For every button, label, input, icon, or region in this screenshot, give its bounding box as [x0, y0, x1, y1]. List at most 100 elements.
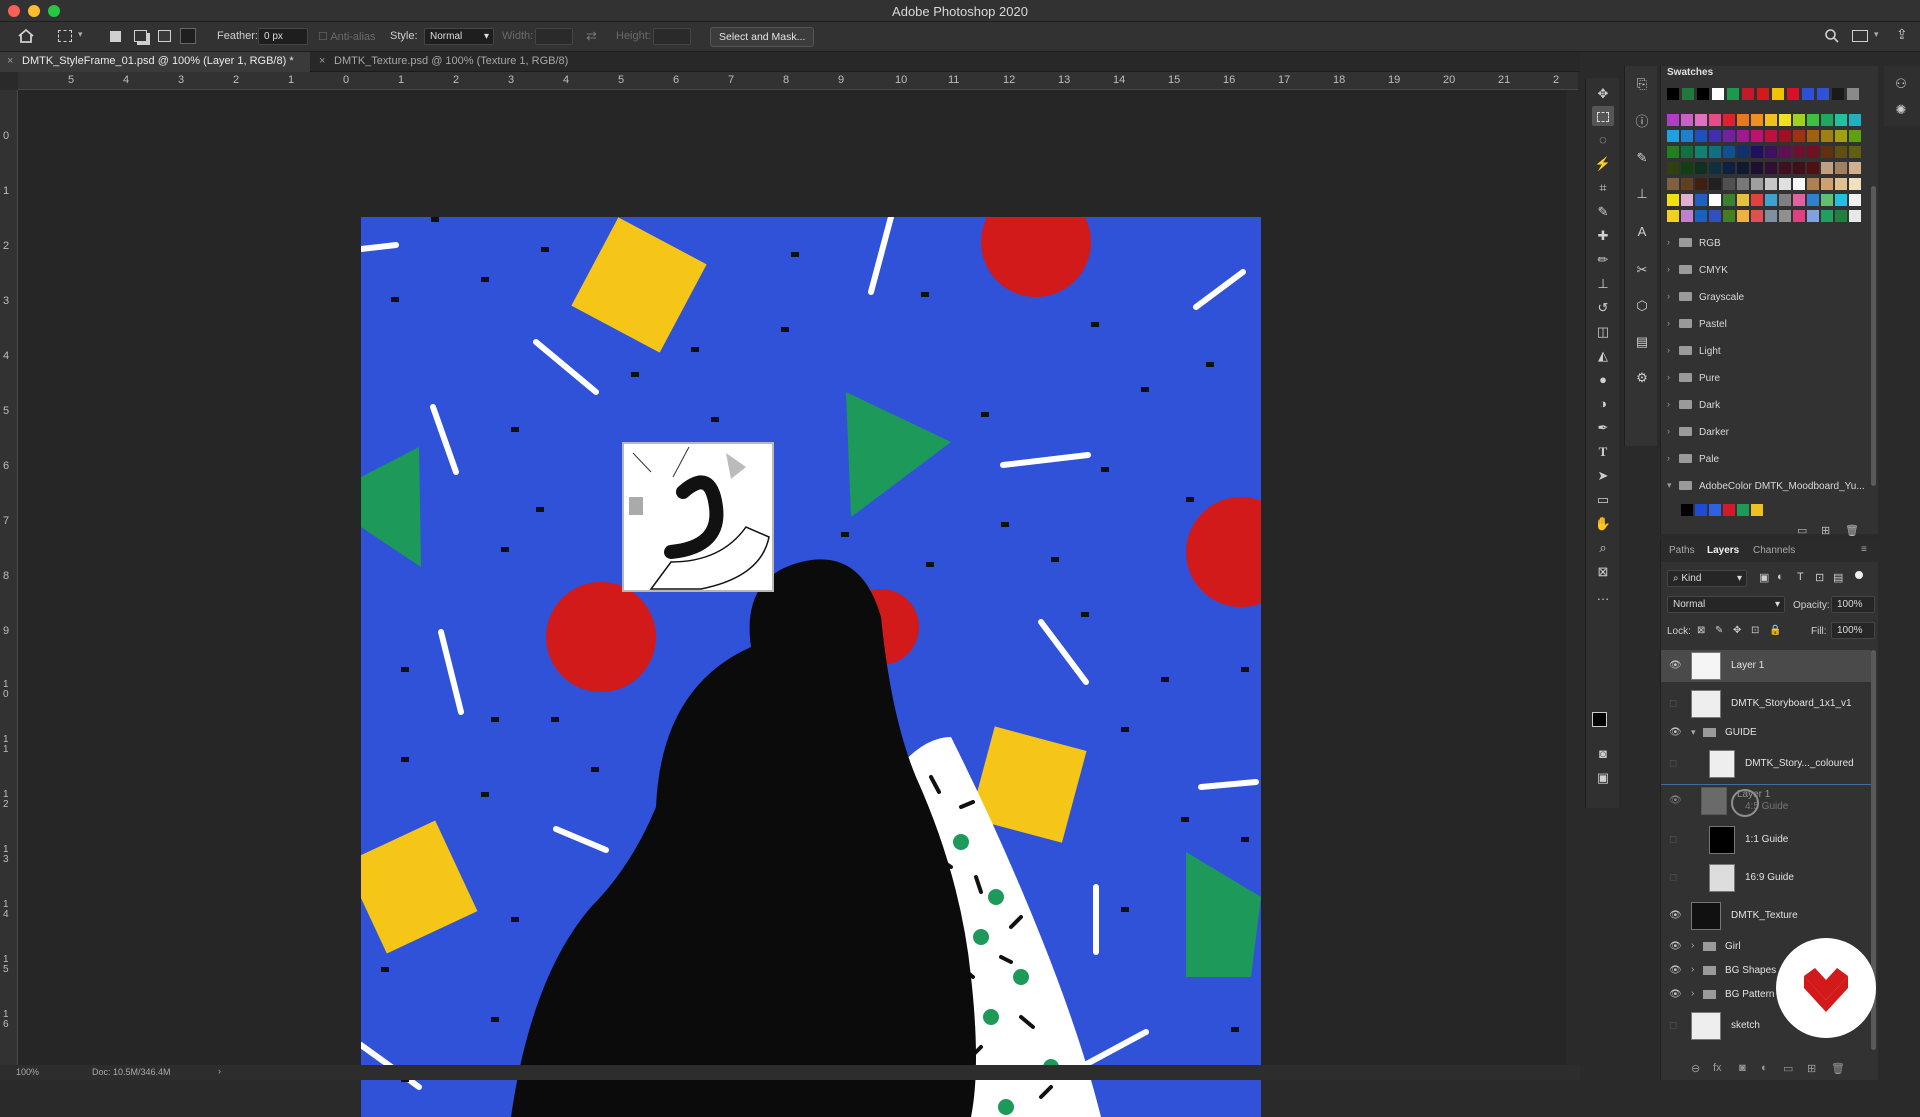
eye-hidden-icon[interactable]: ◻	[1669, 834, 1681, 845]
swatch-folder[interactable]: › Pure	[1665, 369, 1865, 389]
doc-size[interactable]: Doc: 10.5M/346.4M	[92, 1067, 171, 1077]
more-tools-icon[interactable]: …	[1592, 586, 1614, 606]
swatch[interactable]	[1793, 178, 1805, 190]
filter-toggle-icon[interactable]	[1855, 571, 1863, 579]
layer-row-layer-1[interactable]: 👁 Layer 1	[1661, 650, 1871, 682]
swatch[interactable]	[1709, 194, 1721, 206]
eyedropper-icon[interactable]: ✎	[1592, 202, 1614, 222]
swatch[interactable]	[1793, 130, 1805, 142]
eye-icon[interactable]: 👁	[1669, 795, 1682, 806]
anti-alias-checkbox[interactable]: ☐ Anti-alias	[318, 30, 376, 43]
chevron-icon[interactable]: ›	[1667, 345, 1670, 355]
layer-filter-kind[interactable]: ⌕ Kind ▾	[1667, 570, 1747, 587]
swatch[interactable]	[1682, 88, 1694, 100]
filter-shape-icon[interactable]: ⊡	[1815, 571, 1824, 584]
swatch[interactable]	[1723, 162, 1735, 174]
trash-icon[interactable]: 🗑	[1845, 524, 1859, 537]
swatch[interactable]	[1667, 146, 1679, 158]
swatch[interactable]	[1821, 194, 1833, 206]
swatch-folder[interactable]: › Pastel	[1665, 315, 1865, 335]
opacity-input[interactable]: 100%	[1831, 596, 1875, 613]
chevron-down-icon[interactable]: ▾	[1874, 29, 1879, 40]
swatch[interactable]	[1737, 162, 1749, 174]
swap-dimensions-icon[interactable]: ⇄	[586, 28, 597, 44]
add-selection-icon[interactable]	[134, 30, 147, 42]
subtract-selection-icon[interactable]	[158, 30, 171, 42]
swatch[interactable]	[1723, 130, 1735, 142]
swatch[interactable]	[1802, 88, 1814, 100]
layer-row-coloured[interactable]: ◻ DMTK_Story..._coloured	[1661, 748, 1871, 780]
swatch[interactable]	[1667, 194, 1679, 206]
swatch[interactable]	[1723, 114, 1735, 126]
swatch[interactable]	[1709, 162, 1721, 174]
lasso-tool-icon[interactable]: ◌	[1592, 130, 1614, 150]
workspace-icon[interactable]	[1852, 30, 1868, 42]
pen-tool-icon[interactable]: ✒	[1592, 418, 1614, 438]
new-selection-icon[interactable]	[110, 31, 121, 42]
filter-adjustment-icon[interactable]: ◐	[1777, 571, 1784, 583]
layer-name[interactable]: BG Shapes	[1725, 965, 1776, 976]
chevron-icon[interactable]: ›	[1667, 453, 1670, 463]
swatch[interactable]	[1751, 178, 1763, 190]
eye-icon[interactable]: 👁	[1669, 989, 1682, 1000]
eye-icon[interactable]: 👁	[1669, 965, 1682, 976]
layer-name[interactable]: DMTK_Storyboard_1x1_v1	[1731, 698, 1852, 709]
chevron-right-icon[interactable]: ›	[1691, 988, 1694, 999]
crop-tool-icon[interactable]: ⌗	[1592, 178, 1614, 198]
swatch[interactable]	[1849, 130, 1861, 142]
close-tab-icon[interactable]: ×	[319, 55, 325, 67]
swatch[interactable]	[1835, 146, 1847, 158]
eye-hidden-icon[interactable]: ◻	[1669, 1020, 1681, 1031]
lock-pixels-icon[interactable]: ✎	[1715, 625, 1723, 636]
chevron-icon[interactable]: ▾	[1667, 480, 1672, 491]
chevron-down-icon[interactable]: ▾	[78, 29, 83, 40]
layer-row-16-9-guide[interactable]: ◻ 16:9 Guide	[1661, 862, 1871, 894]
lock-artboard-icon[interactable]: ⊡	[1751, 625, 1759, 636]
libraries-icon[interactable]: ✺	[1890, 100, 1912, 120]
swatch[interactable]	[1765, 162, 1777, 174]
adjustment-layer-icon[interactable]: ◐	[1761, 1062, 1768, 1074]
filter-smart-icon[interactable]: ▤	[1833, 571, 1843, 584]
swatch[interactable]	[1681, 130, 1693, 142]
mask-icon[interactable]: ◙	[1739, 1062, 1746, 1074]
swatch[interactable]	[1821, 114, 1833, 126]
swatch[interactable]	[1695, 210, 1707, 222]
eraser-tool-icon[interactable]: ◫	[1592, 322, 1614, 342]
swatch[interactable]	[1737, 210, 1749, 222]
swatch[interactable]	[1681, 194, 1693, 206]
swatch[interactable]	[1849, 210, 1861, 222]
swatch[interactable]	[1807, 194, 1819, 206]
3d-icon[interactable]: ⬡	[1631, 296, 1653, 316]
swatch[interactable]	[1667, 88, 1679, 100]
swatch[interactable]	[1793, 146, 1805, 158]
swatch-folder[interactable]: › Light	[1665, 342, 1865, 362]
lock-transparent-icon[interactable]: ⊠	[1697, 625, 1705, 636]
eye-icon[interactable]: 👁	[1669, 941, 1682, 952]
eye-hidden-icon[interactable]: ◻	[1669, 698, 1681, 709]
swatch-folder[interactable]: › Darker	[1665, 423, 1865, 443]
layer-name[interactable]: Girl	[1725, 941, 1741, 952]
height-input[interactable]	[653, 28, 691, 45]
swatch[interactable]	[1723, 504, 1735, 516]
magic-wand-icon[interactable]: ⚡	[1592, 154, 1614, 174]
history-brush-icon[interactable]: ↺	[1592, 298, 1614, 318]
swatch[interactable]	[1695, 146, 1707, 158]
swatch[interactable]	[1737, 130, 1749, 142]
swatch[interactable]	[1821, 210, 1833, 222]
marquee-preset-icon[interactable]	[58, 30, 72, 42]
panel-menu-icon[interactable]: ≡	[1861, 544, 1867, 555]
swatches-scrollbar[interactable]	[1871, 186, 1876, 486]
tab-channels[interactable]: Channels	[1753, 545, 1795, 556]
swatch[interactable]	[1787, 88, 1799, 100]
history-icon[interactable]: ⎘	[1631, 74, 1653, 94]
swatch[interactable]	[1681, 162, 1693, 174]
marquee-tool-icon[interactable]	[1592, 106, 1614, 126]
tab-paths[interactable]: Paths	[1669, 545, 1695, 556]
tab-styleframe[interactable]: × DMTK_StyleFrame_01.psd @ 100% (Layer 1…	[0, 52, 310, 72]
swatch[interactable]	[1709, 504, 1721, 516]
swatch[interactable]	[1835, 130, 1847, 142]
swatch[interactable]	[1751, 504, 1763, 516]
swatch[interactable]	[1835, 114, 1847, 126]
fill-input[interactable]: 100%	[1831, 622, 1875, 639]
swatch[interactable]	[1849, 146, 1861, 158]
